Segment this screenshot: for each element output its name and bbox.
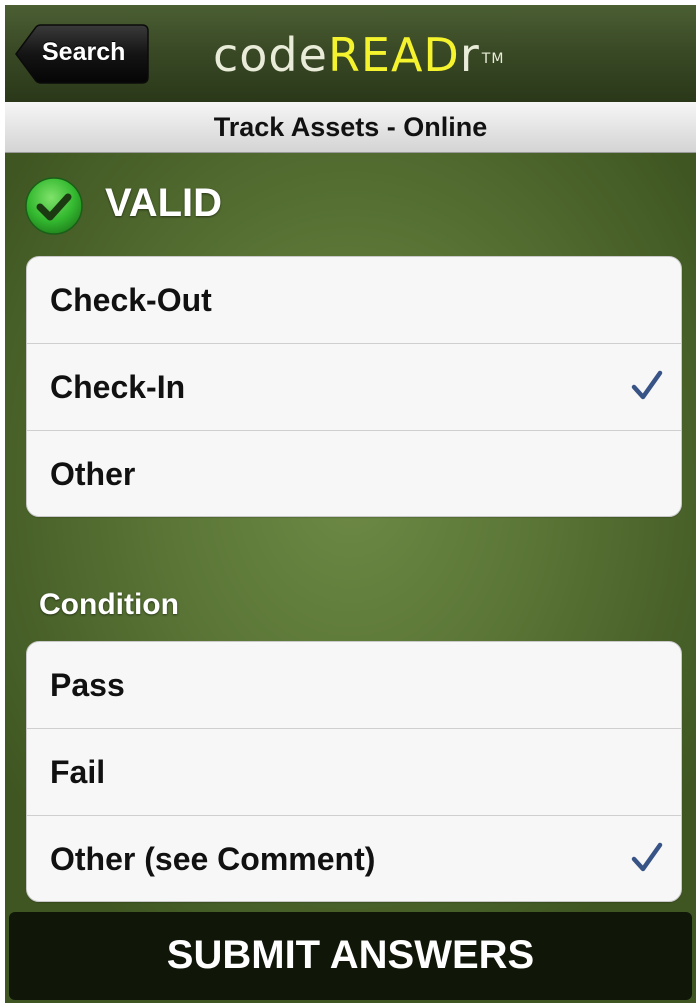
option-pass[interactable]: Pass: [27, 642, 681, 729]
logo-text-r: r: [459, 28, 480, 82]
option-label: Pass: [50, 667, 125, 703]
option-label: Check-In: [50, 369, 186, 405]
condition-section-title: Condition: [39, 588, 179, 621]
page-title: Track Assets - Online: [5, 102, 696, 153]
option-label: Other (see Comment): [50, 841, 376, 877]
option-check-in[interactable]: Check-In: [27, 344, 681, 431]
option-label: Check-Out: [50, 282, 212, 318]
status-label: VALID: [105, 181, 223, 225]
back-button[interactable]: Search: [14, 24, 149, 84]
condition-options-list: Pass Fail Other (see Comment): [26, 641, 682, 902]
option-fail[interactable]: Fail: [27, 729, 681, 816]
nav-bar: Search codeREADr TM: [5, 5, 696, 103]
logo-text-code: code: [213, 28, 328, 82]
action-options-list: Check-Out Check-In Other: [26, 256, 682, 517]
option-check-out[interactable]: Check-Out: [27, 257, 681, 344]
option-other[interactable]: Other: [27, 431, 681, 516]
checkmark-icon: [631, 370, 663, 400]
logo-trademark: TM: [481, 51, 505, 67]
option-label: Fail: [50, 754, 106, 790]
checkmark-icon: [631, 842, 663, 872]
green-check-circle-icon: [24, 176, 84, 236]
back-button-label: Search: [42, 38, 126, 66]
option-label: Other: [50, 456, 136, 492]
option-other-see-comment[interactable]: Other (see Comment): [27, 816, 681, 901]
logo-text-read: READ: [327, 28, 460, 82]
validation-status: VALID: [5, 153, 696, 253]
submit-answers-button[interactable]: SUBMIT ANSWERS: [9, 912, 692, 1000]
app-screen: Search codeREADr TM Track Assets - Online…: [5, 5, 696, 1003]
app-logo: codeREADr TM: [213, 30, 504, 80]
